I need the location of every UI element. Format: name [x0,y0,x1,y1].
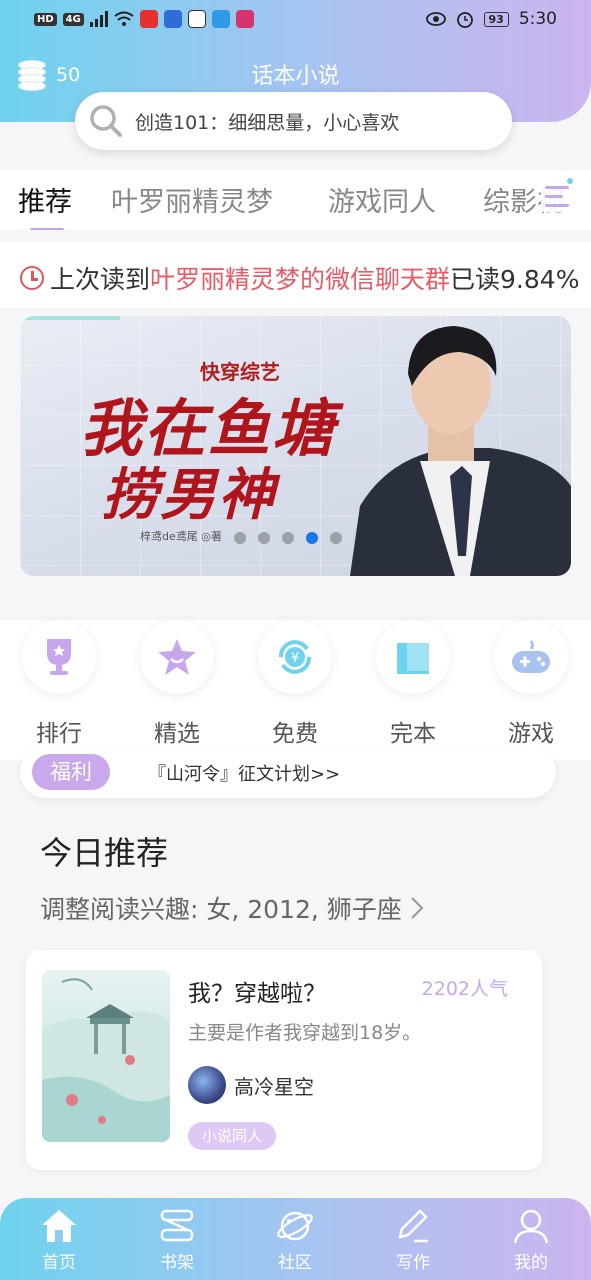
banner-pagination [234,532,342,544]
category-label: 免费 [272,721,318,747]
author-name: 高冷星空 [234,1074,314,1099]
category-tabs: 推荐 叶罗丽精灵梦 游戏同人 综影视 [0,170,591,230]
pagination-dot[interactable] [234,532,246,544]
category-label: 游戏 [508,721,554,747]
last-read-progress: 已读9.84% [450,265,580,294]
tab-game-fanfic[interactable]: 游戏同人 [328,180,436,219]
star-icon [158,639,196,675]
hd-indicator: HD [34,12,57,26]
cloud-icon [211,10,230,28]
nav-label: 首页 [42,1253,76,1273]
promo-banner[interactable]: 快穿综艺 我在鱼塘 捞男神 梓鸢de鸢尾 ◎著 [20,316,571,576]
last-read-book: 叶罗丽精灵梦的微信聊天群 [150,265,451,294]
nav-home[interactable]: 首页 [19,1206,99,1273]
pagination-dot[interactable] [258,532,270,544]
clock: 5:30 [518,9,557,29]
book-icon [397,643,429,674]
search-icon [90,105,122,137]
search-bar[interactable]: 创造101：细细思量，小心喜欢 [75,92,512,150]
category-label: 精选 [154,721,200,747]
banner-title-line2: 捞男神 [102,462,276,528]
last-read-prefix: 上次读到 [50,265,151,294]
app-notification-icon [235,10,254,28]
pagination-dot[interactable] [330,532,342,544]
svg-text:¥: ¥ [291,651,299,666]
adjust-interest-link[interactable]: 调整阅读兴趣: 女, 2012, 狮子座 [40,890,424,926]
pagination-dot[interactable] [282,532,294,544]
book-description: 主要是作者我穿越到18岁。 [188,1022,422,1044]
nav-label: 书架 [160,1253,194,1273]
book-cover-image [42,970,170,1142]
wifi-icon [114,11,134,26]
last-read-bar[interactable]: 上次读到 叶罗丽精灵梦的微信聊天群 已读9.84% [0,242,591,308]
banner-author: 梓鸢de鸢尾 ◎著 [140,530,222,543]
status-bar-right: 93 5:30 [425,9,557,29]
alarm-icon [456,12,473,28]
status-bar-left: HD 4G [34,10,254,28]
category-label: 完本 [390,721,436,747]
bottom-navigation: 首页 书架 社区 写作 我的 [0,1198,591,1280]
book-author[interactable]: 高冷星空 [188,1066,314,1104]
active-tab-indicator [30,228,64,230]
nav-profile[interactable]: 我的 [491,1206,571,1273]
clock-icon [20,266,44,290]
yuan-icon: ¥ [279,640,311,674]
nav-write[interactable]: 写作 [373,1206,453,1273]
book-tag[interactable]: 小说同人 [188,1122,277,1150]
tab-yeluoli[interactable]: 叶罗丽精灵梦 [111,180,273,219]
nav-community[interactable]: 社区 [255,1206,335,1273]
bookshelf-icon [160,1209,194,1242]
category-label: 排行 [36,721,82,747]
pagination-dot-active[interactable] [306,532,318,544]
eye-icon [425,12,446,26]
tab-menu-icon[interactable] [541,178,573,212]
search-placeholder: 创造101：细细思量，小心喜欢 [135,111,400,134]
app-notification-icon [139,10,158,28]
avatar [188,1066,226,1104]
interest-text: 调整阅读兴趣: 女, 2012, 狮子座 [40,895,402,924]
chevron-right-icon [411,897,424,919]
pen-icon [398,1209,428,1243]
nav-label: 社区 [278,1253,312,1273]
battery-indicator: 93 [483,11,509,27]
category-ranking[interactable]: 排行 [19,620,99,748]
tab-recommend[interactable]: 推荐 [18,180,72,219]
category-free[interactable]: ¥ 免费 [255,620,335,748]
book-card[interactable]: 我？穿越啦？ 2202人气 主要是作者我穿越到18岁。 高冷星空 小说同人 [26,950,542,1170]
hand-icon [187,10,206,28]
nav-label: 写作 [396,1253,430,1273]
category-shortcuts: 排行 精选 ¥ 免费 完本 游戏 [0,620,591,760]
category-completed[interactable]: 完本 [373,620,453,748]
category-games[interactable]: 游戏 [491,620,571,748]
network-indicator: 4G [62,12,84,26]
welfare-banner[interactable]: 福利 『山河令』征文计划>> [20,746,556,798]
gamepad-icon [512,640,550,673]
trophy-icon [47,639,71,675]
welfare-text: 『山河令』征文计划>> [148,764,341,785]
book-title: 我？穿越啦？ [188,981,326,1007]
user-icon [513,1209,549,1244]
app-title: 话本小说 [251,64,340,89]
book-popularity: 2202人气 [421,978,508,1000]
nav-bookshelf[interactable]: 书架 [137,1206,217,1273]
home-icon [42,1210,76,1242]
section-title: 今日推荐 [40,834,169,872]
app-notification-icon [163,10,182,28]
signal-icon [89,11,108,27]
category-featured[interactable]: 精选 [137,620,217,748]
status-bar: HD 4G 93 5:30 [0,0,591,40]
nav-label: 我的 [514,1253,548,1273]
planet-icon [277,1211,313,1241]
welfare-badge: 福利 [32,754,110,790]
banner-person-image [350,326,571,576]
